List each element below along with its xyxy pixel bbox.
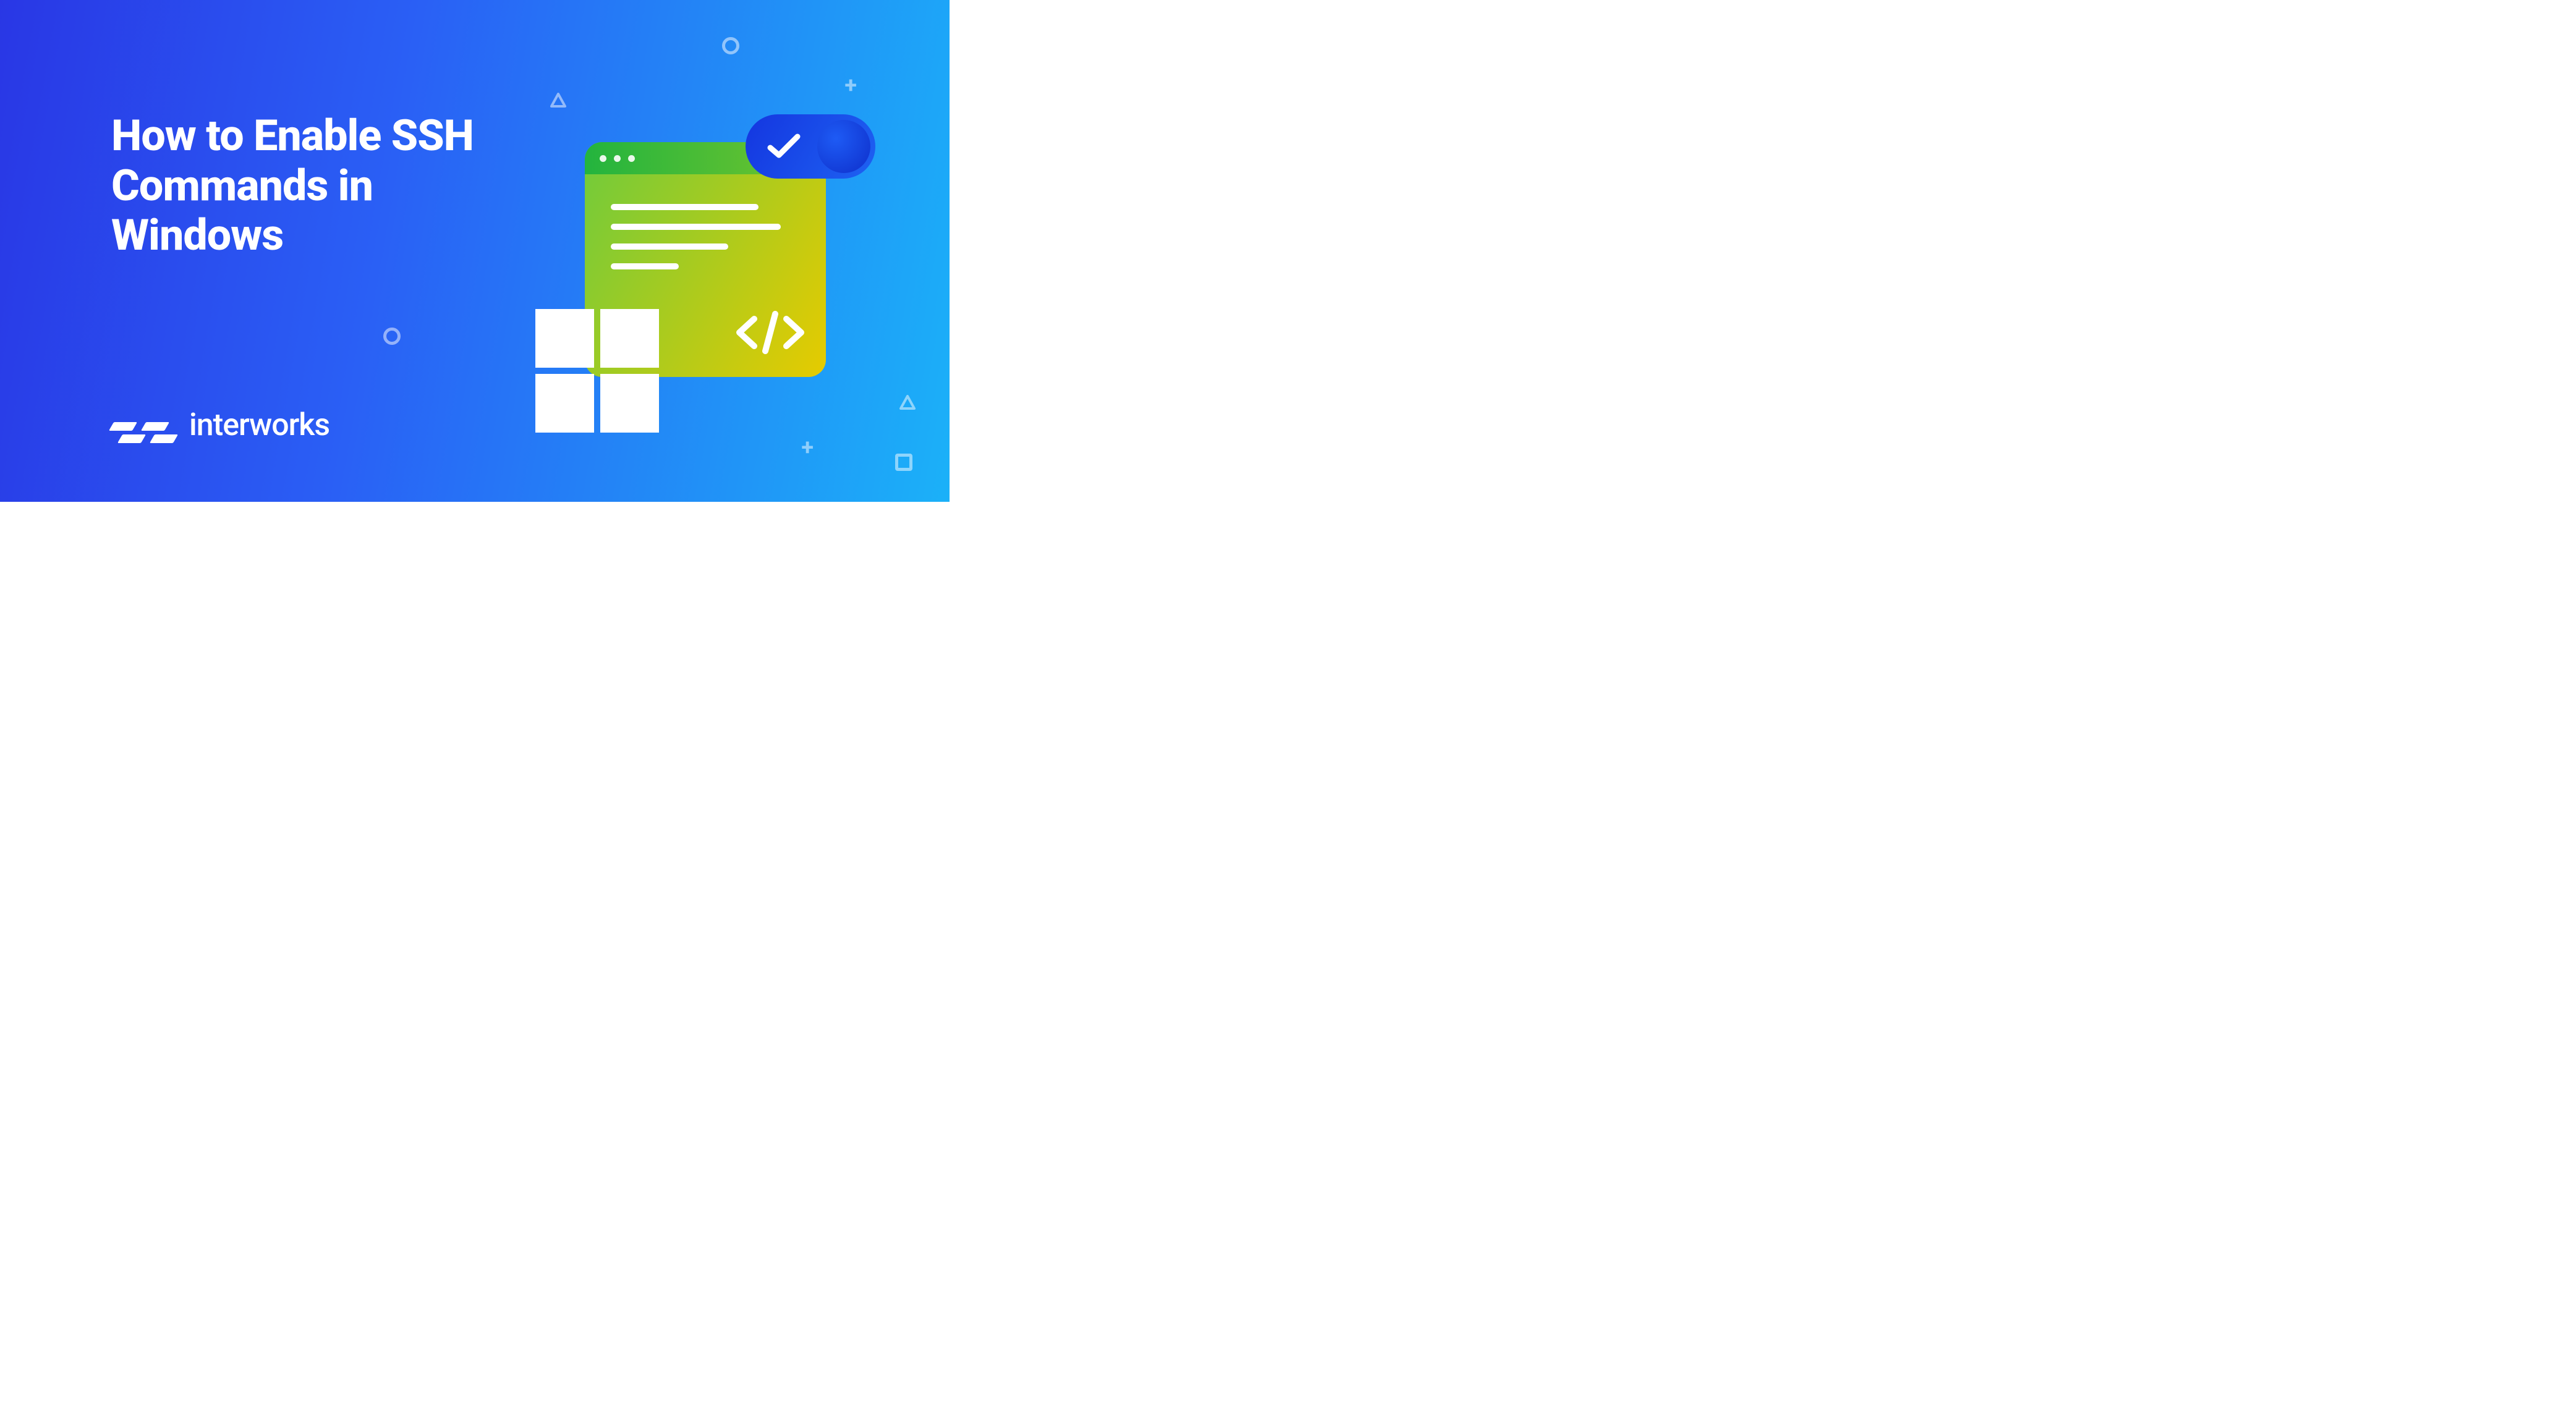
decoration-triangle-icon bbox=[899, 395, 916, 412]
windows-logo-icon bbox=[535, 309, 659, 433]
decoration-triangle-icon bbox=[550, 93, 566, 110]
toggle-knob-icon bbox=[817, 120, 870, 173]
terminal-line-icon bbox=[611, 224, 781, 230]
page-title: How to Enable SSH Commands in Windows bbox=[111, 111, 544, 261]
brand-name: interworks bbox=[189, 407, 329, 443]
windows-tile-icon bbox=[535, 309, 594, 368]
terminal-line-icon bbox=[611, 204, 759, 210]
windows-tile-icon bbox=[600, 374, 659, 433]
toggle-switch-icon bbox=[746, 114, 875, 179]
brand-glyph-icon bbox=[111, 422, 176, 443]
window-dot-icon bbox=[600, 155, 606, 162]
decoration-circle-icon bbox=[722, 37, 739, 54]
brand-logo: interworks bbox=[111, 407, 329, 443]
hero-banner: How to Enable SSH Commands in Windows in… bbox=[0, 0, 950, 502]
check-icon bbox=[750, 133, 817, 160]
terminal-line-icon bbox=[611, 263, 679, 269]
decoration-square-icon bbox=[895, 454, 912, 471]
decoration-plus-icon: + bbox=[844, 74, 857, 96]
windows-tile-icon bbox=[600, 309, 659, 368]
terminal-body bbox=[585, 174, 826, 269]
terminal-line-icon bbox=[611, 243, 728, 250]
window-dot-icon bbox=[628, 155, 635, 162]
window-dot-icon bbox=[614, 155, 621, 162]
decoration-circle-icon bbox=[383, 328, 401, 345]
windows-tile-icon bbox=[535, 374, 594, 433]
code-brackets-icon bbox=[733, 308, 807, 360]
illustration-cluster bbox=[535, 124, 844, 408]
decoration-plus-icon: + bbox=[801, 436, 814, 459]
